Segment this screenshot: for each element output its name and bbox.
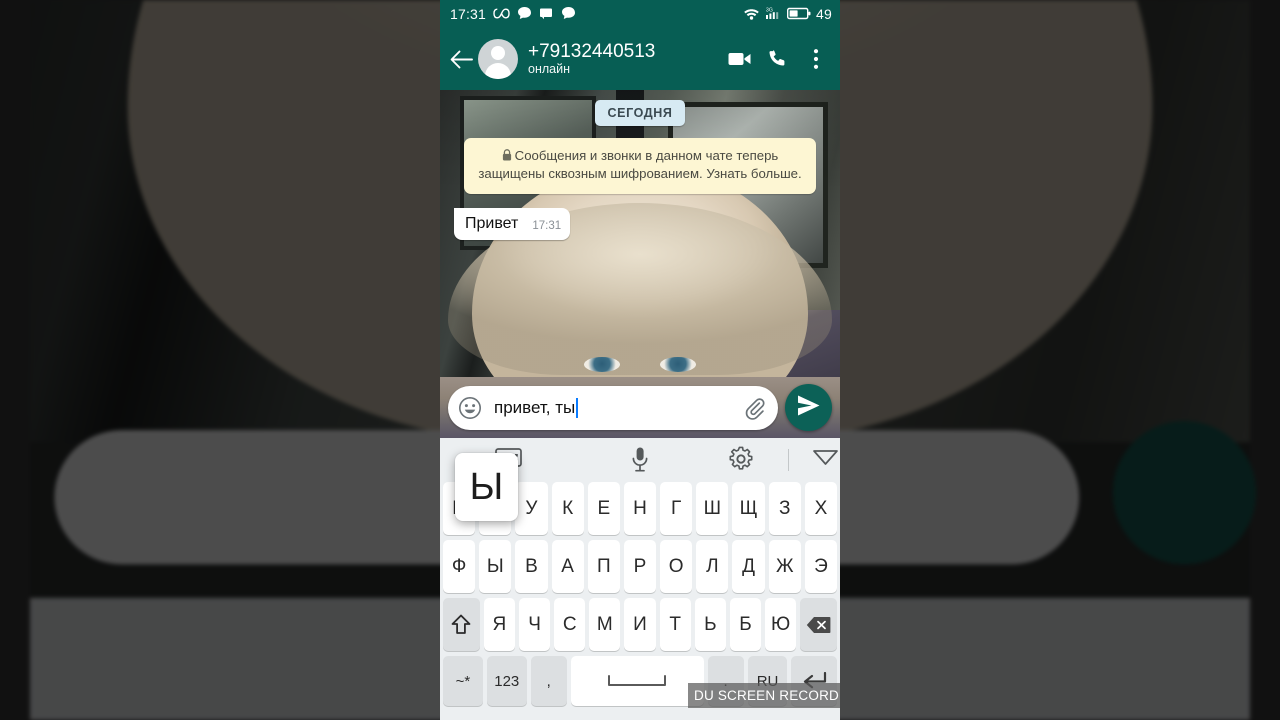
battery-level-label: 49 [816,6,832,22]
chevron-down-icon[interactable] [795,448,840,466]
key-2-2[interactable]: Ы [479,540,512,593]
key-press-popup: Ы [455,453,518,521]
paperclip-icon[interactable] [742,396,766,420]
key-2-10[interactable]: Ж [768,540,801,593]
key-2-3[interactable]: В [515,540,548,593]
symbols-key[interactable]: ~* [443,656,483,706]
chat-header: +79132440513 онлайн [440,28,840,90]
message-text: Привет [465,214,519,232]
key-3-2[interactable]: Ч [518,598,551,651]
key-3-7[interactable]: Ь [694,598,726,651]
microphone-icon[interactable] [630,446,650,479]
key-2-8[interactable]: Л [696,540,729,593]
key-1-8[interactable]: Ш [696,482,729,535]
comma-key[interactable]: , [530,656,567,706]
key-2-9[interactable]: Д [732,540,765,593]
key-3-4[interactable]: М [589,598,621,651]
key-1-7[interactable]: Г [660,482,693,535]
message-input[interactable]: привет, ты [494,397,579,418]
screen-root: 17:31 3G 49 +79132440513 онлайн СЕГОДНЯ … [0,0,1280,720]
phone-screen: 17:31 3G 49 +79132440513 онлайн СЕГОДНЯ … [440,0,840,720]
toolbar-divider [788,449,789,471]
message-bubble-incoming[interactable]: Привет 17:31 [454,207,571,241]
key-1-6[interactable]: Н [623,482,657,535]
key-1-10[interactable]: З [768,482,801,535]
keyboard-row-2[interactable]: Ф Ы В А П Р О Л Д Ж Э [440,540,840,593]
numbers-key[interactable]: 123 [486,656,527,706]
screen-recorder-watermark: DU SCREEN RECORDER [688,683,840,708]
key-1-9[interactable]: Щ [732,482,765,535]
message-time: 17:31 [532,220,562,233]
key-1-11[interactable]: Х [804,482,838,535]
battery-icon [787,7,811,22]
message-input-value: привет, ты [494,397,576,417]
key-2-5[interactable]: П [587,540,620,593]
key-2-7[interactable]: О [660,540,693,593]
contact-status: онлайн [528,62,570,77]
key-3-6[interactable]: Т [659,598,691,651]
more-options-icon[interactable] [804,47,828,71]
message-icon [539,7,554,22]
wifi-icon [743,7,760,22]
virtual-keyboard[interactable]: Й Ц У К Е Н Г Ш Щ З Х Ф Ы В А П Р О Л [440,438,840,720]
gear-icon[interactable] [728,446,754,477]
encryption-notice-text: Сообщения и звонки в данном чате теперь … [478,148,802,182]
message-input-bar[interactable]: привет, ты [448,385,778,430]
contact-name: +79132440513 [528,40,656,62]
chat-bubble-icon [517,6,532,22]
avatar[interactable] [478,39,518,79]
signal-3g-icon: 3G [765,6,782,22]
key-2-11[interactable]: Э [804,540,838,593]
send-icon [796,394,821,422]
message-composer: привет, ты [440,377,840,438]
contact-info[interactable]: +79132440513 онлайн [528,41,655,77]
key-3-1[interactable]: Я [483,598,515,651]
key-3-3[interactable]: С [554,598,586,651]
key-3-9[interactable]: Ю [765,598,797,651]
key-2-6[interactable]: Р [623,540,657,593]
backspace-key[interactable] [800,598,837,651]
lock-icon [502,148,512,165]
encryption-notice[interactable]: Сообщения и звонки в данном чате теперь … [464,138,816,194]
key-1-4[interactable]: К [551,482,584,535]
speech-bubble-icon [561,6,576,22]
emoji-smiley-icon[interactable] [458,396,482,420]
phone-call-icon[interactable] [766,47,790,71]
chat-area[interactable]: СЕГОДНЯ Сообщения и звонки в данном чате… [440,90,840,387]
day-divider-chip: СЕГОДНЯ [594,100,686,126]
status-bar: 17:31 3G 49 [440,0,840,28]
space-key[interactable] [570,656,704,706]
key-2-1[interactable]: Ф [442,540,476,593]
key-3-5[interactable]: И [624,598,656,651]
infinity-icon [493,7,510,21]
shift-key[interactable] [443,598,480,651]
send-button[interactable] [785,384,832,431]
back-arrow-icon[interactable] [446,44,476,74]
key-3-8[interactable]: Б [729,598,762,651]
video-call-icon[interactable] [728,47,752,71]
keyboard-row-3[interactable]: Я Ч С М И Т Ь Б Ю [440,598,840,651]
status-time: 17:31 [450,6,487,22]
text-caret [576,397,579,418]
key-1-3[interactable]: У [515,482,548,535]
svg-text:3G: 3G [766,8,773,14]
key-2-4[interactable]: А [551,540,584,593]
key-1-5[interactable]: Е [587,482,620,535]
